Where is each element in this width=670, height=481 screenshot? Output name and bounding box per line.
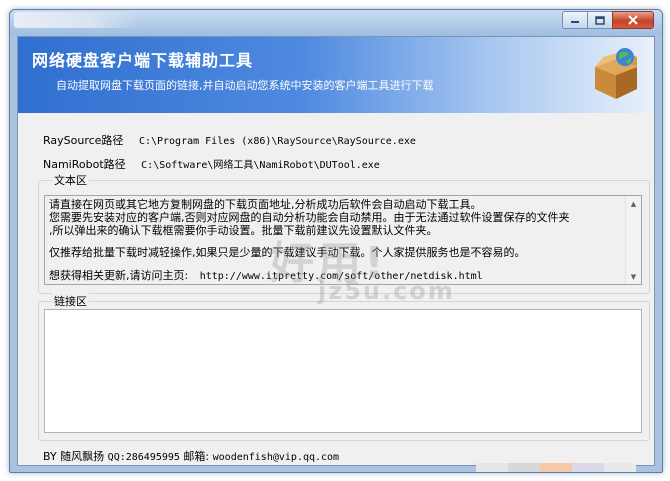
namirobot-label: NamiRobot路径: [43, 158, 126, 171]
raysource-label: RaySource路径: [43, 134, 124, 147]
maximize-icon: [595, 15, 605, 25]
email-label: 邮箱:: [183, 450, 210, 463]
info-line-2: 您需要先安装对应的客户端,否则对应网盘的自动分析功能会自动禁用。由于无法通过软件…: [49, 211, 570, 224]
window-controls: [562, 11, 654, 29]
header-banner: 网络硬盘客户端下载辅助工具 自动提取网盘下载页面的链接,并自动启动您系统中安装的…: [18, 37, 654, 113]
decorative-color-blocks: [476, 463, 636, 472]
link-area-label: 链接区: [52, 293, 89, 309]
info-line-5: 想获得相关更新,请访问主页: http://www.itpretty.com/s…: [49, 269, 483, 283]
homepage-url[interactable]: http://www.itpretty.com/soft/other/netdi…: [200, 271, 483, 282]
info-line-4: 仅推荐给批量下载时减轻操作,如果只是少量的下载建议手动下载。个人家提供服务也是不…: [49, 246, 526, 259]
app-window: 网络硬盘客户端下载辅助工具 自动提取网盘下载页面的链接,并自动启动您系统中安装的…: [9, 9, 663, 473]
color-block: [540, 463, 572, 472]
close-icon: [628, 15, 638, 25]
scroll-down-arrow-icon[interactable]: ▼: [626, 269, 641, 284]
footer-credits: BY 随风飘扬 QQ:286495995 邮箱: woodenfish@vip.…: [43, 448, 339, 464]
raysource-path-value: C:\Program Files (x86)\RaySource\RaySour…: [138, 136, 416, 147]
namirobot-path-value: C:\Software\网络工具\NamiRobot\DUTool.exe: [141, 160, 380, 171]
scroll-up-arrow-icon[interactable]: ▲: [626, 196, 641, 211]
qq-text: QQ:286495995: [107, 452, 180, 463]
text-area-label: 文本区: [52, 172, 89, 188]
text-area-box[interactable]: 请直接在网页或其它地方复制网盘的下载页面地址,分析成功后软件会自动启动下载工具。…: [44, 195, 642, 285]
title-bar-blur: [14, 12, 140, 28]
minimize-button[interactable]: [562, 11, 588, 29]
package-box-icon: [595, 48, 637, 99]
maximize-button[interactable]: [587, 11, 613, 29]
link-area-input[interactable]: [44, 309, 642, 433]
info-line-1: 请直接在网页或其它地方复制网盘的下载页面地址,分析成功后软件会自动启动下载工具。: [49, 198, 482, 211]
raysource-path-row: RaySource路径 C:\Program Files (x86)\RaySo…: [43, 132, 416, 148]
namirobot-path-row: NamiRobot路径 C:\Software\网络工具\NamiRobot\D…: [43, 156, 380, 172]
email-text: woodenfish@vip.qq.com: [212, 452, 340, 463]
homepage-label: 想获得相关更新,请访问主页:: [49, 269, 189, 282]
client-area: 网络硬盘客户端下载辅助工具 自动提取网盘下载页面的链接,并自动启动您系统中安装的…: [17, 36, 655, 472]
author-text: BY 随风飘扬: [43, 450, 105, 463]
color-block: [604, 463, 636, 472]
color-block: [508, 463, 540, 472]
minimize-icon: [571, 21, 579, 23]
banner-subtitle: 自动提取网盘下载页面的链接,并自动启动您系统中安装的客户端工具进行下载: [56, 79, 434, 92]
color-block: [572, 463, 604, 472]
color-block: [476, 463, 508, 472]
banner-title: 网络硬盘客户端下载辅助工具: [32, 51, 254, 70]
close-button[interactable]: [612, 11, 654, 29]
text-area-scrollbar[interactable]: ▲ ▼: [625, 196, 641, 284]
title-bar[interactable]: [10, 10, 662, 36]
info-line-3: ,所以弹出来的确认下载框需要你手动设置。批量下载前建议先设置默认文件夹。: [49, 224, 438, 237]
